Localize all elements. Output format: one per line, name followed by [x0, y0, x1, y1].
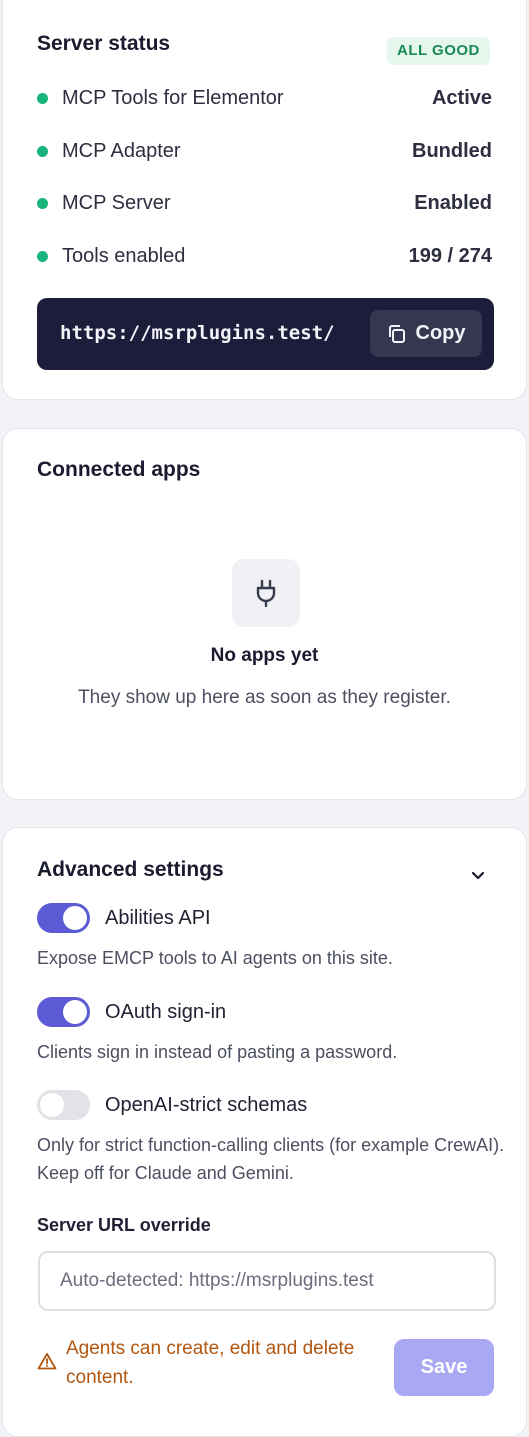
toggle-knob [63, 1000, 87, 1024]
status-dot [37, 197, 48, 209]
abilities-api-toggle[interactable] [37, 903, 90, 933]
abilities-api-setting: Abilities API [37, 903, 211, 933]
status-dot [37, 250, 48, 262]
status-value: Enabled [414, 191, 492, 214]
chevron-down-icon[interactable] [469, 866, 487, 884]
empty-state-text: They show up here as soon as they regist… [78, 687, 451, 708]
warning-icon [37, 1353, 57, 1370]
toggle-knob [63, 906, 87, 930]
copy-button-label: Copy [415, 322, 466, 344]
status-value: 199 / 274 [408, 244, 492, 267]
empty-state-title: No apps yet [210, 645, 319, 666]
connected-apps-title: Connected apps [37, 458, 201, 481]
status-value: Active [431, 86, 492, 109]
openai-strict-label: OpenAI-strict schemas [105, 1093, 308, 1116]
connected-apps-card: Connected apps No apps yet They show up … [2, 428, 527, 800]
copy-button[interactable]: Copy [370, 310, 482, 357]
status-dot [37, 92, 48, 104]
server-status-title: Server status [37, 32, 171, 55]
advanced-settings-title[interactable]: Advanced settings [37, 858, 224, 882]
status-value: Bundled [412, 139, 492, 162]
status-row: Tools enabled 199 / 274 [37, 241, 492, 271]
status-badge: ALL GOOD [387, 37, 490, 65]
status-label: MCP Tools for Elementor [62, 86, 284, 109]
toggle-knob [40, 1093, 64, 1117]
status-row: MCP Adapter Bundled [37, 136, 492, 166]
oauth-setting: OAuth sign-in [37, 997, 226, 1027]
server-url-text: https://msrplugins.test/ [60, 322, 335, 344]
url-override-input[interactable] [38, 1251, 496, 1311]
server-status-card: Server status ALL GOOD MCP Tools for Ele… [2, 0, 527, 400]
openai-strict-toggle[interactable] [37, 1090, 90, 1120]
openai-strict-description: Only for strict function-calling clients… [37, 1135, 505, 1183]
openai-strict-setting: OpenAI-strict schemas [37, 1090, 307, 1120]
advanced-settings-card: Advanced settings Abilities API Expose E… [2, 827, 527, 1437]
copy-icon [388, 324, 405, 343]
empty-state-icon-box [232, 559, 300, 627]
status-label: MCP Adapter [62, 139, 181, 162]
url-override-label: Server URL override [37, 1215, 211, 1235]
server-url-bar: https://msrplugins.test/ Copy [37, 298, 494, 370]
warning-text: Agents can create, edit and delete conte… [66, 1338, 355, 1388]
save-button[interactable]: Save [394, 1339, 494, 1396]
oauth-description: Clients sign in instead of pasting a pas… [37, 1042, 398, 1062]
oauth-toggle[interactable] [37, 997, 90, 1027]
plug-icon [256, 579, 276, 608]
status-label: MCP Server [62, 191, 171, 214]
oauth-label: OAuth sign-in [105, 1000, 227, 1023]
status-dot [37, 145, 48, 157]
status-row: MCP Tools for Elementor Active [37, 83, 492, 113]
status-row: MCP Server Enabled [37, 188, 492, 218]
abilities-api-description: Expose EMCP tools to AI agents on this s… [37, 948, 393, 968]
abilities-api-label: Abilities API [105, 906, 211, 929]
status-label: Tools enabled [62, 244, 186, 267]
